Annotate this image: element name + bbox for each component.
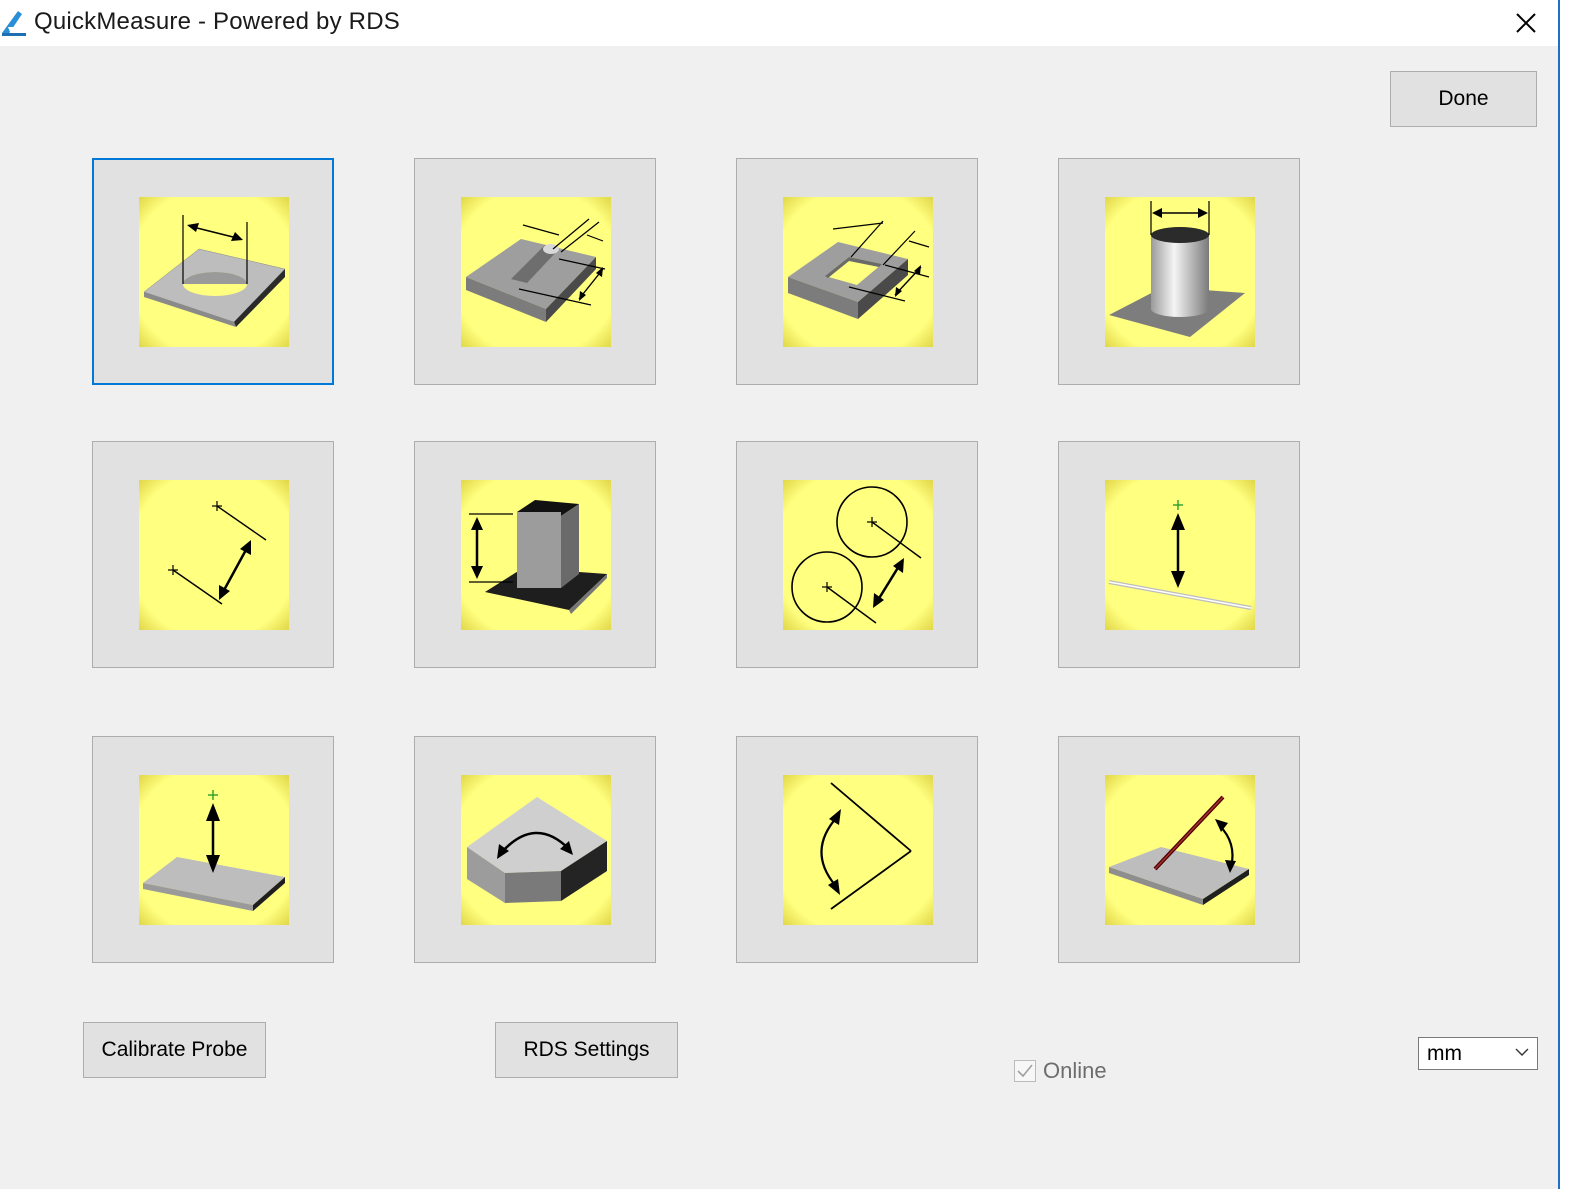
boss-diameter-icon	[1105, 197, 1255, 347]
background-window-edge	[1560, 0, 1577, 1189]
ruler-triangle-icon	[2, 11, 26, 36]
quickmeasure-window: QuickMeasure - Powered by RDS Done Calib…	[0, 0, 1560, 1189]
checkmark-icon	[1017, 1064, 1033, 1078]
units-dropdown[interactable]: mm	[1418, 1037, 1538, 1070]
close-button[interactable]	[1496, 0, 1556, 46]
tile-pillar-height[interactable]	[414, 441, 656, 668]
close-icon	[1516, 13, 1536, 33]
tile-line-to-line-angle[interactable]	[736, 736, 978, 963]
pocket-width-icon	[783, 197, 933, 347]
online-checkbox-box[interactable]	[1014, 1060, 1036, 1082]
rds-settings-button[interactable]: RDS Settings	[495, 1022, 678, 1078]
tile-boss-diameter[interactable]	[1058, 158, 1300, 385]
face-angle-icon	[461, 775, 611, 925]
tile-line-to-plane-angle[interactable]	[1058, 736, 1300, 963]
circle-to-circle-distance-icon	[783, 480, 933, 630]
tile-face-angle[interactable]	[414, 736, 656, 963]
tile-hole-diameter[interactable]	[92, 158, 334, 385]
done-button[interactable]: Done	[1390, 71, 1537, 127]
units-selected-value: mm	[1427, 1042, 1462, 1065]
online-label: Online	[1043, 1058, 1107, 1083]
tile-point-to-point-distance[interactable]	[92, 441, 334, 668]
tile-slot-width[interactable]	[414, 158, 656, 385]
chevron-down-icon	[1515, 1048, 1529, 1056]
tile-point-to-plane-distance[interactable]	[92, 736, 334, 963]
title-bar: QuickMeasure - Powered by RDS	[0, 0, 1558, 46]
pillar-height-icon	[461, 480, 611, 630]
point-to-line-distance-icon	[1105, 480, 1255, 630]
hole-diameter-icon	[139, 197, 289, 347]
window-title: QuickMeasure - Powered by RDS	[34, 8, 400, 35]
line-to-line-angle-icon	[783, 775, 933, 925]
calibrate-probe-button[interactable]: Calibrate Probe	[83, 1022, 266, 1078]
tile-circle-to-circle-distance[interactable]	[736, 441, 978, 668]
online-checkbox[interactable]: Online	[1014, 1058, 1107, 1084]
point-to-point-distance-icon	[139, 480, 289, 630]
line-to-plane-angle-icon	[1105, 775, 1255, 925]
tile-pocket-width[interactable]	[736, 158, 978, 385]
slot-width-icon	[461, 197, 611, 347]
tile-point-to-line-distance[interactable]	[1058, 441, 1300, 668]
point-to-plane-distance-icon	[139, 775, 289, 925]
